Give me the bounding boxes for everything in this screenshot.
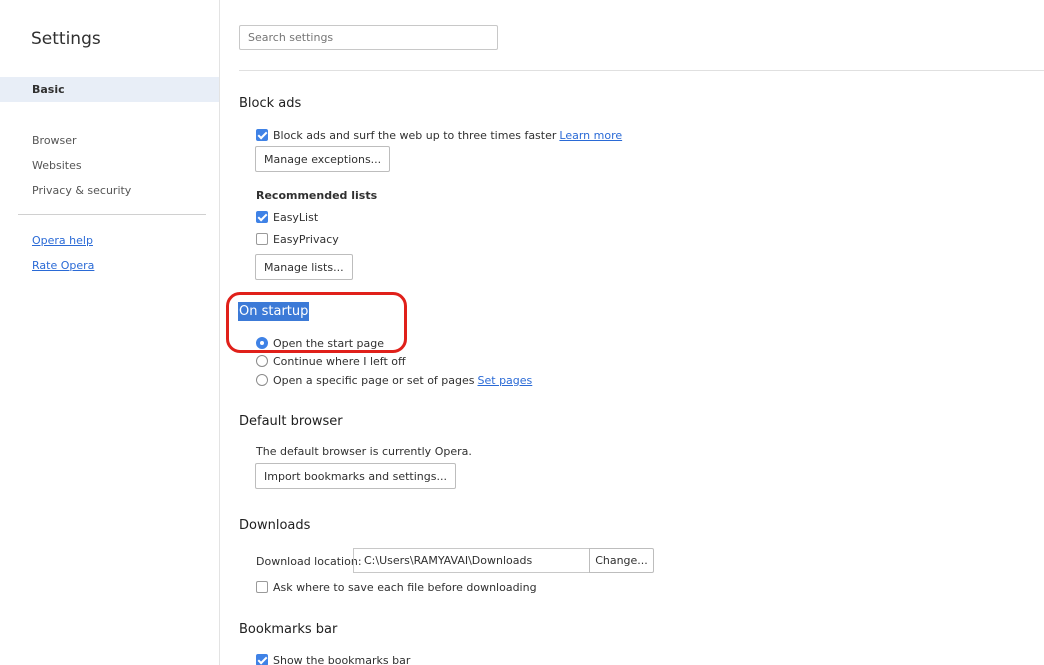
search-input[interactable] [240,26,497,49]
continue-radio[interactable] [256,355,268,367]
download-location-label: Download location: [256,554,362,568]
header-divider [239,70,1044,71]
ask-save-row: Ask where to save each file before downl… [256,579,537,595]
search-box[interactable] [239,25,498,50]
start-page-radio[interactable] [256,337,268,349]
download-location-field[interactable]: C:\Users\RAMYAVAI\Downloads [353,548,590,573]
startup-option-specific-pages: Open a specific page or set of pages Set… [256,372,532,388]
learn-more-link[interactable]: Learn more [559,129,622,142]
sidebar-title: Settings [31,29,101,49]
default-browser-title: Default browser [239,414,343,429]
sidebar-item-basic[interactable]: Basic [0,77,219,102]
startup-option-start-page: Open the start page [256,335,384,351]
change-location-button[interactable]: Change... [589,548,654,573]
block-ads-title: Block ads [239,96,302,111]
downloads-title: Downloads [239,518,311,533]
set-pages-link[interactable]: Set pages [478,374,533,387]
continue-label: Continue where I left off [273,354,406,368]
sidebar-item-privacy-security[interactable]: Privacy & security [32,184,131,197]
ask-save-label: Ask where to save each file before downl… [273,580,537,594]
show-bookmarks-label: Show the bookmarks bar [273,653,411,665]
start-page-label: Open the start page [273,336,385,350]
manage-exceptions-button[interactable]: Manage exceptions... [255,146,391,172]
sidebar-item-browser[interactable]: Browser [32,134,77,147]
block-ads-label: Block ads and surf the web up to three t… [273,128,557,142]
ask-save-checkbox[interactable] [256,581,268,593]
easylist-label: EasyList [273,210,319,224]
startup-option-continue: Continue where I left off [256,353,406,369]
specific-pages-label: Open a specific page or set of pages [273,373,475,387]
bookmarks-bar-title: Bookmarks bar [239,622,338,637]
sidebar-item-websites[interactable]: Websites [32,159,82,172]
easyprivacy-checkbox[interactable] [256,233,268,245]
import-bookmarks-button[interactable]: Import bookmarks and settings... [255,463,456,489]
easyprivacy-row: EasyPrivacy [256,231,339,247]
easylist-row: EasyList [256,209,318,225]
opera-help-link[interactable]: Opera help [32,234,93,247]
manage-lists-button[interactable]: Manage lists... [255,254,353,280]
recommended-lists-title: Recommended lists [256,189,378,202]
easylist-checkbox[interactable] [256,211,268,223]
specific-pages-radio[interactable] [256,374,268,386]
sidebar-divider [18,214,206,215]
show-bookmarks-checkbox[interactable] [256,654,268,665]
sidebar: Settings Basic Browser Websites Privacy … [0,0,220,665]
rate-opera-link[interactable]: Rate Opera [32,259,94,272]
block-ads-checkbox[interactable] [256,129,268,141]
block-ads-row: Block ads and surf the web up to three t… [256,127,622,143]
sidebar-item-label: Basic [32,83,65,96]
show-bookmarks-row: Show the bookmarks bar [256,652,410,665]
easyprivacy-label: EasyPrivacy [273,232,339,246]
default-browser-status: The default browser is currently Opera. [256,445,472,458]
